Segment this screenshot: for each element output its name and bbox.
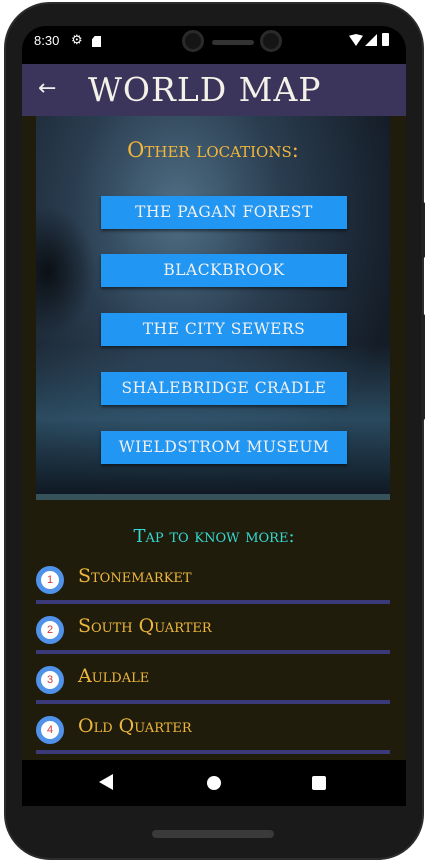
wifi-icon: [349, 34, 363, 46]
number-badge: 4: [36, 716, 64, 744]
list-item-label: Stonemarket: [78, 565, 192, 587]
app-bar: ← WORLD MAP: [22, 64, 406, 116]
list-item[interactable]: 2 South Quarter: [36, 604, 390, 654]
other-locations-heading: Other locations:: [127, 138, 299, 162]
signal-icon: [365, 34, 377, 46]
bottom-speaker: [152, 830, 274, 838]
number-badge: 3: [36, 666, 64, 694]
list-item-label: Auldale: [78, 665, 150, 687]
nav-back-icon[interactable]: [99, 774, 113, 790]
number-badge: 2: [36, 616, 64, 644]
location-button-blackbrook[interactable]: BLACKBROOK: [101, 254, 347, 287]
gear-icon: ⚙: [71, 32, 83, 47]
nav-home-icon[interactable]: [207, 776, 221, 790]
location-button-city-sewers[interactable]: THE CITY SEWERS: [101, 313, 347, 346]
power-button: [421, 202, 425, 258]
map-panel: Other locations: THE PAGAN FOREST BLACKB…: [36, 116, 390, 500]
list-item-label: South Quarter: [78, 615, 212, 637]
nav-recents-icon[interactable]: [312, 776, 326, 790]
list-item[interactable]: 4 Old Quarter: [36, 704, 390, 754]
back-arrow-icon[interactable]: ←: [38, 76, 56, 101]
location-button-shalebridge-cradle[interactable]: SHALEBRIDGE CRADLE: [101, 372, 347, 405]
volume-button: [421, 314, 425, 420]
earpiece: [212, 40, 254, 45]
tap-to-know-more-heading: Tap to know more:: [133, 526, 295, 547]
camera-notch: [164, 26, 304, 56]
list-item[interactable]: 1 Stonemarket: [36, 554, 390, 604]
sd-card-icon: [92, 36, 101, 47]
number-badge: 1: [36, 566, 64, 594]
location-button-pagan-forest[interactable]: THE PAGAN FOREST: [101, 196, 347, 229]
screen: 8:30 ⚙ ← WORLD MAP Other locations: THE …: [22, 26, 406, 806]
camera-icon: [182, 30, 204, 52]
list-item-label: Old Quarter: [78, 715, 192, 737]
list-item[interactable]: 3 Auldale: [36, 654, 390, 704]
page-title: WORLD MAP: [88, 70, 322, 109]
system-nav-bar: [22, 760, 406, 806]
location-button-wieldstrom-museum[interactable]: WIELDSTROM MUSEUM: [101, 431, 347, 464]
battery-icon: [382, 33, 389, 46]
camera-icon: [260, 30, 282, 52]
status-time: 8:30: [34, 33, 60, 48]
